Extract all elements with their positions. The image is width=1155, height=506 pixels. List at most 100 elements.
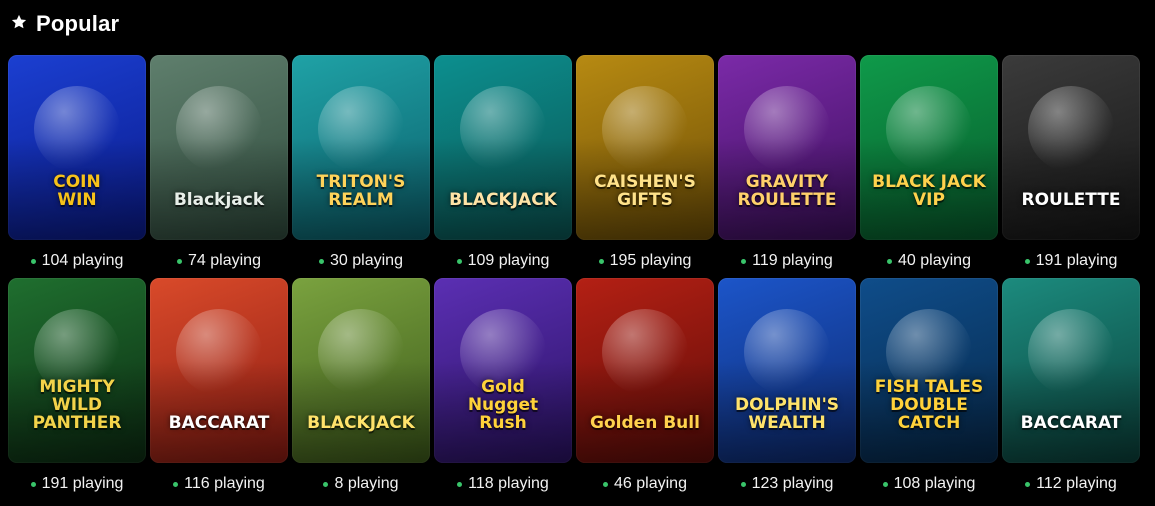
- star-icon: [10, 13, 28, 36]
- game-thumbnail[interactable]: ROULETTE: [1002, 55, 1140, 240]
- players-count-label: 116 playing: [184, 475, 265, 492]
- game-card[interactable]: MIGHTY WILD PANTHER 191 playing: [8, 278, 146, 493]
- game-row: COIN WIN 104 playing Blackjack 74 playing TR…: [8, 55, 1146, 270]
- players-count: 30 playing: [292, 252, 430, 270]
- game-card[interactable]: COIN WIN 104 playing: [8, 55, 146, 270]
- online-dot-icon: [173, 481, 179, 487]
- online-dot-icon: [457, 481, 463, 487]
- game-title: ROULETTE: [1021, 190, 1121, 211]
- players-count-label: 191 playing: [41, 475, 124, 492]
- game-grid: COIN WIN 104 playing Blackjack 74 playing TR…: [8, 55, 1146, 493]
- game-card[interactable]: BACCARAT 112 playing: [1002, 278, 1140, 493]
- players-count: 46 playing: [576, 475, 714, 493]
- game-title: BACCARAT: [1020, 413, 1122, 434]
- game-card[interactable]: BLACKJACK 8 playing: [292, 278, 430, 493]
- game-card[interactable]: GRAVITY ROULETTE 119 playing: [718, 55, 856, 270]
- game-thumbnail[interactable]: MIGHTY WILD PANTHER: [8, 278, 146, 463]
- players-count: 74 playing: [150, 252, 288, 270]
- game-title: Golden Bull: [590, 413, 700, 434]
- game-title: COIN WIN: [53, 172, 101, 211]
- game-card[interactable]: ROULETTE 191 playing: [1002, 55, 1140, 270]
- players-count-label: 104 playing: [41, 252, 124, 269]
- game-title: MIGHTY WILD PANTHER: [32, 377, 122, 434]
- game-title: BLACKJACK: [449, 190, 557, 211]
- game-card[interactable]: DOLPHIN'S WEALTH 123 playing: [718, 278, 856, 493]
- game-thumbnail[interactable]: Golden Bull: [576, 278, 714, 463]
- game-thumbnail[interactable]: BLACK JACK VIP: [860, 55, 998, 240]
- players-count-label: 74 playing: [188, 252, 261, 269]
- game-thumbnail[interactable]: TRITON'S REALM: [292, 55, 430, 240]
- online-dot-icon: [887, 258, 893, 264]
- players-count-label: 123 playing: [751, 475, 834, 492]
- online-dot-icon: [323, 481, 329, 487]
- game-title: GRAVITY ROULETTE: [737, 172, 837, 211]
- section-header: Popular: [10, 10, 119, 38]
- game-title: BACCARAT: [168, 413, 270, 434]
- players-count: 104 playing: [8, 252, 146, 270]
- section-title: Popular: [36, 11, 120, 36]
- online-dot-icon: [882, 481, 888, 487]
- players-count: 40 playing: [860, 252, 998, 270]
- players-count-label: 30 playing: [330, 252, 403, 269]
- game-card[interactable]: Golden Bull 46 playing: [576, 278, 714, 493]
- game-title: FISH TALES DOUBLE CATCH: [874, 377, 984, 434]
- game-title: Blackjack: [173, 190, 265, 211]
- game-card[interactable]: FISH TALES DOUBLE CATCH 108 playing: [860, 278, 998, 493]
- online-dot-icon: [603, 481, 609, 487]
- game-thumbnail[interactable]: GRAVITY ROULETTE: [718, 55, 856, 240]
- players-count-label: 40 playing: [898, 252, 971, 269]
- players-count-label: 118 playing: [468, 475, 549, 492]
- online-dot-icon: [741, 258, 747, 264]
- game-thumbnail[interactable]: BACCARAT: [150, 278, 288, 463]
- online-dot-icon: [598, 258, 604, 264]
- game-card[interactable]: Gold Nugget Rush 118 playing: [434, 278, 572, 493]
- online-dot-icon: [456, 258, 462, 264]
- game-title: Gold Nugget Rush: [467, 377, 539, 434]
- game-thumbnail[interactable]: Gold Nugget Rush: [434, 278, 572, 463]
- players-count-label: 108 playing: [893, 475, 976, 492]
- online-dot-icon: [740, 481, 746, 487]
- game-card[interactable]: BLACK JACK VIP 40 playing: [860, 55, 998, 270]
- game-title: BLACK JACK VIP: [872, 172, 986, 211]
- game-card[interactable]: BACCARAT 116 playing: [150, 278, 288, 493]
- players-count: 191 playing: [1002, 252, 1140, 270]
- players-count-label: 109 playing: [467, 252, 550, 269]
- players-count: 118 playing: [434, 475, 572, 493]
- online-dot-icon: [30, 481, 36, 487]
- game-card[interactable]: Blackjack 74 playing: [150, 55, 288, 270]
- players-count: 195 playing: [576, 252, 714, 270]
- game-thumbnail[interactable]: Blackjack: [150, 55, 288, 240]
- online-dot-icon: [30, 258, 36, 264]
- game-thumbnail[interactable]: BLACKJACK: [434, 55, 572, 240]
- online-dot-icon: [177, 258, 183, 264]
- game-thumbnail[interactable]: BACCARAT: [1002, 278, 1140, 463]
- players-count: 112 playing: [1002, 475, 1140, 493]
- game-title: CAISHEN'S GIFTS: [594, 172, 696, 211]
- players-count: 191 playing: [8, 475, 146, 493]
- game-thumbnail[interactable]: DOLPHIN'S WEALTH: [718, 278, 856, 463]
- players-count-label: 119 playing: [752, 252, 833, 269]
- game-thumbnail[interactable]: CAISHEN'S GIFTS: [576, 55, 714, 240]
- players-count: 108 playing: [860, 475, 998, 493]
- players-count: 8 playing: [292, 475, 430, 493]
- game-title: BLACKJACK: [307, 413, 415, 434]
- players-count-label: 195 playing: [609, 252, 692, 269]
- game-row: MIGHTY WILD PANTHER 191 playing BACCARAT 11…: [8, 278, 1146, 493]
- game-card[interactable]: BLACKJACK 109 playing: [434, 55, 572, 270]
- online-dot-icon: [319, 258, 325, 264]
- players-count: 119 playing: [718, 252, 856, 270]
- game-title: DOLPHIN'S WEALTH: [734, 395, 840, 434]
- game-thumbnail[interactable]: BLACKJACK: [292, 278, 430, 463]
- players-count-label: 8 playing: [334, 475, 399, 492]
- game-title: TRITON'S REALM: [316, 172, 406, 211]
- players-count-label: 112 playing: [1036, 475, 1117, 492]
- game-thumbnail[interactable]: COIN WIN: [8, 55, 146, 240]
- players-count: 116 playing: [150, 475, 288, 493]
- game-thumbnail[interactable]: FISH TALES DOUBLE CATCH: [860, 278, 998, 463]
- players-count: 123 playing: [718, 475, 856, 493]
- online-dot-icon: [1025, 481, 1031, 487]
- game-card[interactable]: CAISHEN'S GIFTS 195 playing: [576, 55, 714, 270]
- players-count-label: 191 playing: [1035, 252, 1118, 269]
- game-card[interactable]: TRITON'S REALM 30 playing: [292, 55, 430, 270]
- online-dot-icon: [1024, 258, 1030, 264]
